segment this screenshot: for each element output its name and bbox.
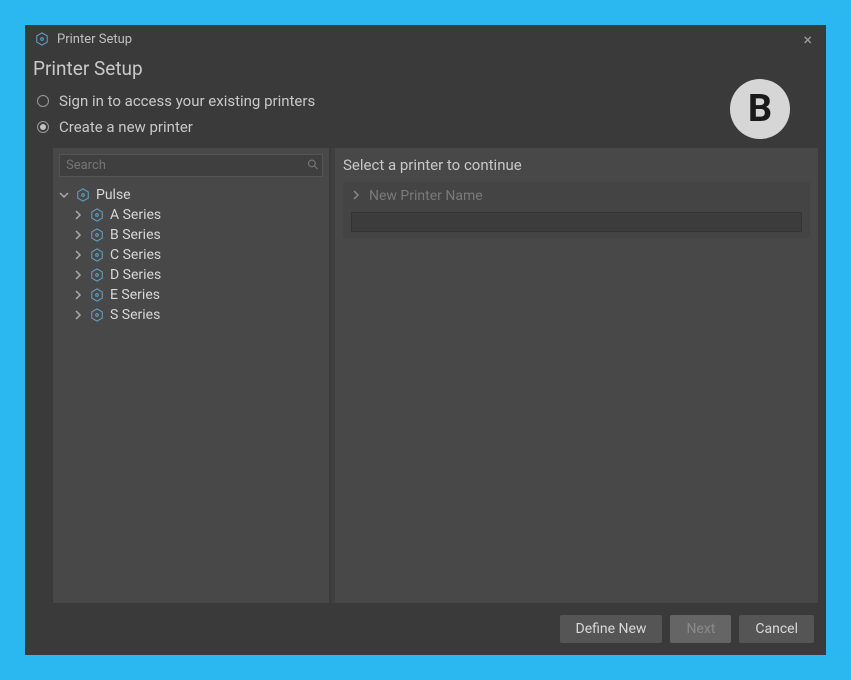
chevron-down-icon: [57, 188, 71, 202]
printer-icon: [75, 188, 90, 203]
detail-heading: Select a printer to continue: [343, 156, 810, 174]
printer-setup-dialog: Printer Setup × Printer Setup B Sign in …: [25, 25, 826, 655]
printer-tree: Pulse A Series B Series C Series: [53, 183, 329, 327]
dialog-footer: Define New Next Cancel: [25, 603, 826, 655]
printer-name-input[interactable]: [351, 212, 802, 232]
step-badge: B: [730, 79, 790, 139]
printer-name-row[interactable]: New Printer Name: [351, 188, 802, 204]
chevron-right-icon: [71, 228, 85, 242]
chevron-right-icon: [71, 268, 85, 282]
dialog-title: Printer Setup: [33, 57, 143, 80]
app-icon: [35, 32, 49, 46]
radio-create-label: Create a new printer: [59, 118, 193, 136]
tree-label: S Series: [110, 307, 160, 323]
tree-series-item[interactable]: S Series: [57, 305, 325, 325]
next-button[interactable]: Next: [670, 615, 731, 643]
radio-signin[interactable]: Sign in to access your existing printers: [37, 88, 814, 114]
titlebar: Printer Setup ×: [25, 25, 826, 53]
search-icon: [307, 158, 319, 173]
tree-series-item[interactable]: E Series: [57, 285, 325, 305]
tree-label: D Series: [110, 267, 161, 283]
printer-tree-pane: Pulse A Series B Series C Series: [53, 148, 331, 603]
printer-icon: [89, 248, 104, 263]
tree-label: Pulse: [96, 187, 131, 203]
radio-icon: [37, 95, 49, 107]
radio-icon: [37, 121, 49, 133]
tree-label: B Series: [110, 227, 161, 243]
titlebar-title: Printer Setup: [57, 32, 799, 47]
printer-icon: [89, 288, 104, 303]
content-area: Pulse A Series B Series C Series: [25, 148, 826, 603]
printer-detail-pane: Select a printer to continue New Printer…: [331, 148, 818, 603]
printer-icon: [89, 268, 104, 283]
tree-label: E Series: [110, 287, 160, 303]
printer-icon: [89, 308, 104, 323]
printer-name-label: New Printer Name: [369, 188, 483, 204]
chevron-right-icon: [71, 308, 85, 322]
printer-name-section: New Printer Name: [343, 182, 810, 238]
search-wrap: [53, 148, 329, 183]
radio-signin-label: Sign in to access your existing printers: [59, 92, 315, 110]
chevron-right-icon: [71, 248, 85, 262]
chevron-right-icon: [71, 208, 85, 222]
setup-mode-group: Sign in to access your existing printers…: [25, 84, 826, 148]
search-input[interactable]: [59, 154, 323, 177]
chevron-right-icon: [351, 190, 361, 203]
tree-series-item[interactable]: A Series: [57, 205, 325, 225]
tree-label: A Series: [110, 207, 161, 223]
tree-series-item[interactable]: B Series: [57, 225, 325, 245]
tree-label: C Series: [110, 247, 161, 263]
printer-icon: [89, 208, 104, 223]
close-button[interactable]: ×: [799, 30, 816, 49]
tree-root-pulse[interactable]: Pulse: [57, 185, 325, 205]
chevron-right-icon: [71, 288, 85, 302]
tree-series-item[interactable]: C Series: [57, 245, 325, 265]
printer-icon: [89, 228, 104, 243]
tree-series-item[interactable]: D Series: [57, 265, 325, 285]
cancel-button[interactable]: Cancel: [739, 615, 814, 643]
dialog-header: Printer Setup: [25, 53, 826, 84]
define-new-button[interactable]: Define New: [560, 615, 663, 643]
radio-create[interactable]: Create a new printer: [37, 114, 814, 140]
